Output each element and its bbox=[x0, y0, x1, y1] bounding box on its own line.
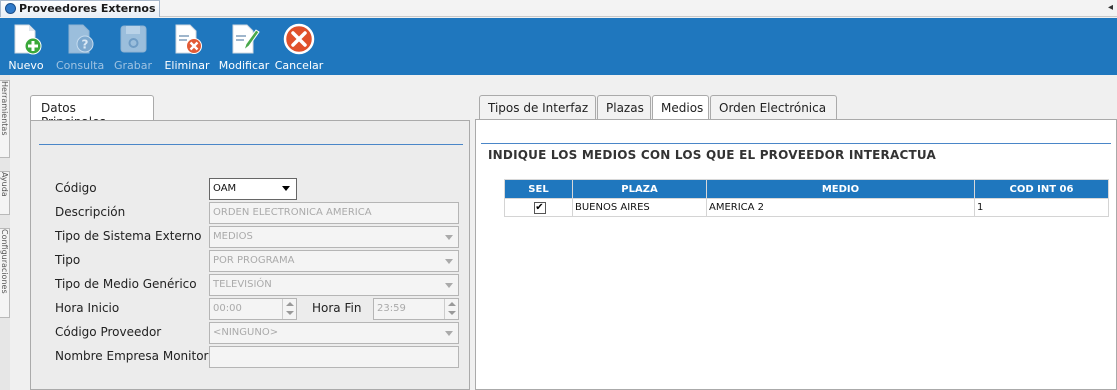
section-divider bbox=[481, 143, 1111, 144]
tab-label: Orden Electrónica bbox=[719, 101, 827, 115]
medios-body: INDIQUE LOS MEDIOS CON LOS QUE EL PROVEE… bbox=[475, 119, 1117, 390]
tab-tipos-de-interfaz[interactable]: Tipos de Interfaz bbox=[479, 95, 596, 120]
edit-pencil-icon bbox=[232, 24, 260, 54]
nombre-empresa-field[interactable] bbox=[209, 346, 459, 368]
side-tab-configuraciones[interactable]: Configuraciones bbox=[0, 228, 10, 318]
tab-plazas[interactable]: Plazas bbox=[597, 95, 651, 120]
nombre-empresa-label: Nombre Empresa Monitor bbox=[55, 349, 209, 363]
tipo-sistema-label: Tipo de Sistema Externo bbox=[55, 229, 202, 243]
svg-text:?: ? bbox=[82, 38, 89, 52]
chevron-down-icon bbox=[445, 283, 453, 288]
hora-inicio-spinner[interactable] bbox=[282, 299, 296, 319]
delete-document-icon bbox=[175, 24, 202, 54]
section-divider bbox=[39, 144, 463, 145]
codigo-select[interactable]: OAM bbox=[209, 178, 297, 200]
eliminar-button[interactable]: Eliminar bbox=[164, 21, 210, 73]
side-tab-ayuda[interactable]: Ayuda bbox=[0, 171, 10, 215]
tipo-medio-label: Tipo de Medio Genérico bbox=[55, 277, 197, 291]
nuevo-label: Nuevo bbox=[8, 59, 44, 72]
tab-medios[interactable]: Medios bbox=[652, 95, 709, 121]
chevron-down-icon bbox=[445, 331, 453, 336]
col-sel[interactable]: SEL bbox=[504, 179, 573, 199]
tipo-value: POR PROGRAMA bbox=[213, 255, 295, 266]
eliminar-label: Eliminar bbox=[164, 59, 210, 72]
chevron-down-icon bbox=[282, 186, 290, 191]
codigo-proveedor-select[interactable]: <NINGUNO> bbox=[209, 322, 459, 344]
codigo-label: Código bbox=[55, 181, 97, 195]
side-tab-strip: Herramientas Ayuda Configuraciones bbox=[0, 75, 10, 390]
table-row[interactable]: ✔ BUENOS AIRES AMERICA 2 1 bbox=[504, 198, 1109, 217]
main-toolbar: Nuevo ? Consulta Grabar Eliminar Modific… bbox=[0, 18, 1117, 75]
app-logo-icon bbox=[5, 3, 16, 14]
spin-up-icon bbox=[448, 302, 456, 306]
cancelar-label: Cancelar bbox=[274, 59, 324, 72]
codigo-value: OAM bbox=[213, 183, 237, 194]
medio-cell: AMERICA 2 bbox=[706, 198, 975, 217]
document-tab-strip: Proveedores Externos ◂ bbox=[0, 0, 1117, 17]
table-header-row: SEL PLAZA MEDIO COD INT 06 bbox=[504, 179, 1109, 199]
tab-scroll-arrow-icon[interactable]: ◂ bbox=[1108, 0, 1113, 16]
sel-checkbox[interactable]: ✔ bbox=[533, 201, 546, 214]
datos-principales-panel: Datos Principales Código OAM Descripción… bbox=[30, 95, 470, 390]
side-tab-herramientas[interactable]: Herramientas bbox=[0, 80, 10, 158]
side-tab-label: Configuraciones bbox=[0, 229, 9, 294]
tab-label: Tipos de Interfaz bbox=[488, 101, 589, 115]
hora-inicio-field[interactable]: 00:00 bbox=[209, 298, 297, 320]
hora-inicio-label: Hora Inicio bbox=[55, 301, 120, 315]
codigo-proveedor-label: Código Proveedor bbox=[55, 325, 162, 339]
side-tab-label: Herramientas bbox=[0, 81, 9, 136]
nuevo-button[interactable]: Nuevo bbox=[4, 21, 48, 73]
hora-inicio-value: 00:00 bbox=[213, 303, 242, 314]
hora-fin-label: Hora Fin bbox=[312, 301, 362, 315]
chevron-down-icon bbox=[445, 259, 453, 264]
tab-datos-principales[interactable]: Datos Principales bbox=[30, 95, 154, 129]
medios-table: SEL PLAZA MEDIO COD INT 06 ✔ BUENOS AIRE… bbox=[504, 179, 1109, 217]
col-cod-int[interactable]: COD INT 06 bbox=[974, 179, 1109, 199]
chevron-down-icon bbox=[445, 235, 453, 240]
tipo-sistema-value: MEDIOS bbox=[213, 231, 253, 242]
horario-row: Hora Inicio 00:00 Hora Fin 23:59 bbox=[55, 298, 465, 320]
cod-int-cell: 1 bbox=[974, 198, 1109, 217]
tipo-sistema-select[interactable]: MEDIOS bbox=[209, 226, 459, 248]
grabar-button[interactable]: Grabar bbox=[110, 21, 156, 73]
document-tab[interactable]: Proveedores Externos bbox=[0, 0, 160, 17]
document-query-icon: ? bbox=[68, 24, 94, 54]
consulta-button[interactable]: ? Consulta bbox=[56, 21, 104, 73]
medios-heading: INDIQUE LOS MEDIOS CON LOS QUE EL PROVEE… bbox=[488, 148, 936, 162]
hora-fin-value: 23:59 bbox=[377, 303, 406, 314]
datos-principales-body: Código OAM Descripción ORDEN ELECTRONICA… bbox=[30, 120, 470, 390]
sel-cell: ✔ bbox=[504, 198, 573, 217]
tipo-medio-value: TELEVISIÓN bbox=[213, 279, 272, 290]
spin-down-icon bbox=[448, 311, 456, 315]
hora-fin-spinner[interactable] bbox=[444, 299, 458, 319]
modificar-button[interactable]: Modificar bbox=[217, 21, 271, 73]
cancel-x-icon bbox=[283, 23, 315, 55]
grabar-label: Grabar bbox=[113, 59, 153, 72]
spin-down-icon bbox=[286, 311, 294, 315]
descripcion-value: ORDEN ELECTRONICA AMERICA bbox=[213, 207, 372, 218]
cancelar-button[interactable]: Cancelar bbox=[274, 21, 324, 73]
save-disk-icon bbox=[120, 25, 147, 53]
descripcion-label: Descripción bbox=[55, 205, 126, 219]
hora-fin-field[interactable]: 23:59 bbox=[373, 298, 459, 320]
tipo-select[interactable]: POR PROGRAMA bbox=[209, 250, 459, 272]
tab-label: Plazas bbox=[606, 101, 644, 115]
tab-orden-electronica[interactable]: Orden Electrónica bbox=[710, 95, 837, 120]
modificar-label: Modificar bbox=[218, 59, 270, 72]
side-tab-label: Ayuda bbox=[0, 172, 9, 197]
consulta-label: Consulta bbox=[56, 59, 105, 72]
col-medio[interactable]: MEDIO bbox=[706, 179, 975, 199]
new-document-plus-icon bbox=[14, 24, 42, 55]
tab-label: Medios bbox=[661, 101, 704, 115]
col-plaza[interactable]: PLAZA bbox=[572, 179, 707, 199]
detalle-panel: Tipos de Interfaz Plazas Medios Orden El… bbox=[475, 95, 1117, 390]
tipo-label: Tipo bbox=[55, 253, 81, 267]
codigo-proveedor-value: <NINGUNO> bbox=[213, 327, 279, 338]
spin-up-icon bbox=[286, 302, 294, 306]
tipo-medio-select[interactable]: TELEVISIÓN bbox=[209, 274, 459, 296]
descripcion-field[interactable]: ORDEN ELECTRONICA AMERICA bbox=[209, 202, 459, 224]
plaza-cell: BUENOS AIRES bbox=[572, 198, 707, 217]
document-tab-title: Proveedores Externos bbox=[19, 2, 156, 15]
